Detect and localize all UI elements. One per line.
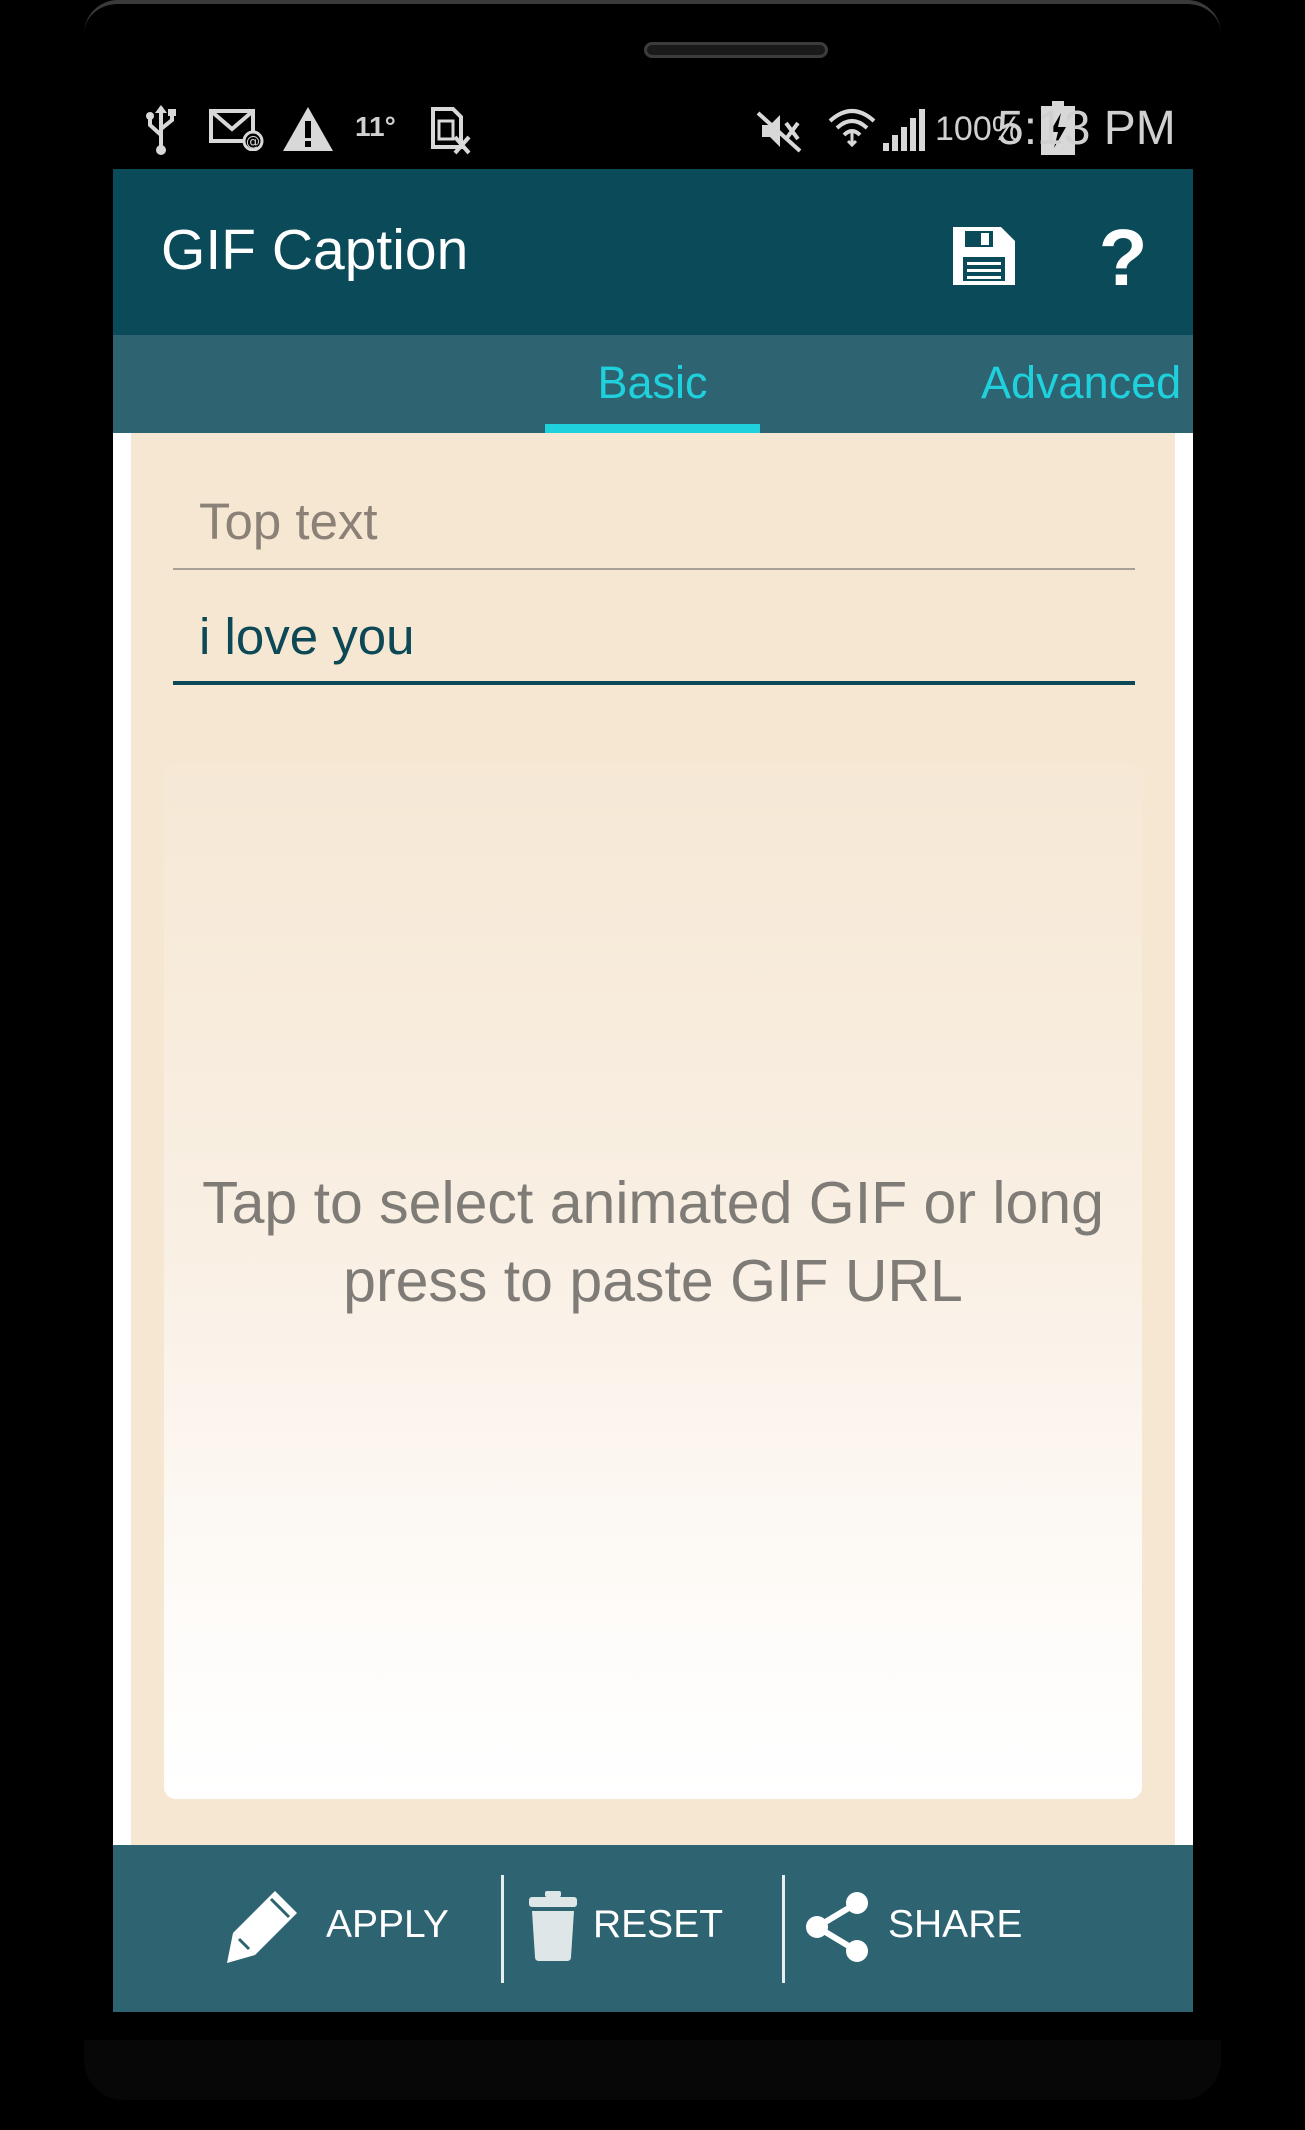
share-button[interactable]: SHARE bbox=[803, 1845, 1103, 2012]
bottom-action-bar: APPLY RESET SHARE bbox=[113, 1845, 1193, 2012]
tab-basic-label: Basic bbox=[597, 357, 708, 408]
app-screen: GIF Caption ? Basic Advanced Top text i … bbox=[113, 169, 1193, 2012]
gif-select-hint: Tap to select animated GIF or long press… bbox=[202, 1170, 1104, 1314]
clock: 5:13 PM bbox=[997, 102, 1176, 155]
save-button[interactable] bbox=[943, 213, 1023, 293]
phone-frame-top bbox=[84, 0, 1221, 100]
help-icon: ? bbox=[1099, 213, 1148, 302]
bottom-bar-divider bbox=[501, 1875, 504, 1983]
warning-icon bbox=[283, 107, 333, 151]
usb-icon bbox=[146, 105, 176, 155]
tab-advanced-label: Advanced bbox=[981, 357, 1182, 408]
top-text-placeholder: Top text bbox=[199, 493, 378, 550]
gif-select-area[interactable]: Tap to select animated GIF or long press… bbox=[164, 764, 1142, 1799]
app-title: GIF Caption bbox=[161, 218, 469, 282]
phone-frame-bottom bbox=[84, 2040, 1221, 2100]
email-notification-icon: @ bbox=[209, 109, 264, 151]
bottom-text-value: i love you bbox=[199, 608, 415, 665]
bottom-bar-divider bbox=[782, 1875, 785, 1983]
save-icon bbox=[953, 227, 1015, 285]
pencil-icon bbox=[227, 1891, 297, 1963]
svg-text:@: @ bbox=[246, 134, 260, 150]
sim-card-error-icon bbox=[431, 107, 471, 155]
trash-icon bbox=[529, 1891, 577, 1961]
mute-icon bbox=[756, 111, 802, 153]
reset-button[interactable]: RESET bbox=[513, 1845, 783, 2012]
apply-button[interactable]: APPLY bbox=[213, 1845, 493, 2012]
bottom-text-input[interactable]: i love you bbox=[173, 593, 1135, 685]
speaker-grille bbox=[644, 42, 828, 58]
svg-text:?: ? bbox=[1099, 213, 1148, 293]
wifi-icon bbox=[828, 109, 876, 148]
reset-label: RESET bbox=[593, 1903, 724, 1946]
signal-icon bbox=[883, 109, 925, 151]
tab-basic[interactable]: Basic bbox=[545, 335, 760, 433]
share-label: SHARE bbox=[888, 1903, 1023, 1946]
app-bar: GIF Caption ? bbox=[113, 169, 1193, 335]
top-text-input[interactable]: Top text bbox=[173, 478, 1135, 570]
status-bar: @ 11° 100% 5:13 PM bbox=[113, 95, 1193, 170]
tab-selected-indicator bbox=[545, 424, 760, 433]
tab-bar: Basic Advanced bbox=[113, 335, 1193, 433]
basic-tab-content: Top text i love you Tap to select animat… bbox=[131, 433, 1175, 1845]
share-icon bbox=[806, 1892, 868, 1962]
tab-advanced[interactable]: Advanced bbox=[981, 335, 1193, 433]
apply-label: APPLY bbox=[326, 1903, 449, 1946]
help-button[interactable]: ? bbox=[1083, 213, 1163, 302]
temperature-text: 11° bbox=[355, 111, 396, 142]
